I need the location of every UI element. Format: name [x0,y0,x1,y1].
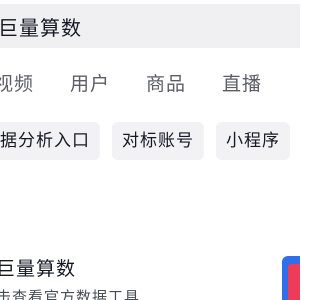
result-card[interactable]: 巨量算数 击查看官方数据工具 [0,248,300,300]
tab-videos[interactable]: 视频 [0,69,34,96]
result-description: 击查看官方数据工具 [0,288,141,300]
app-logo-red-bar [288,264,300,300]
tab-products[interactable]: 商品 [146,69,186,96]
tab-live[interactable]: 直播 [222,69,262,96]
chip-benchmark-accounts[interactable]: 对标账号 [112,122,204,160]
search-results-page: 巨量算数 视频 用户 商品 直播 据分析入口 对标账号 小程序 巨量算数 击查看… [0,0,300,300]
tab-users[interactable]: 用户 [70,69,110,96]
chip-mini-program[interactable]: 小程序 [216,122,290,160]
result-category-tabs: 视频 用户 商品 直播 [0,66,300,98]
search-bar[interactable]: 巨量算数 [0,4,300,48]
app-logo-icon[interactable] [282,256,300,300]
suggestion-chips: 据分析入口 对标账号 小程序 [0,122,300,160]
chip-data-analysis-entry[interactable]: 据分析入口 [0,122,100,160]
search-query-text[interactable]: 巨量算数 [0,12,82,41]
result-title: 巨量算数 [0,258,77,280]
